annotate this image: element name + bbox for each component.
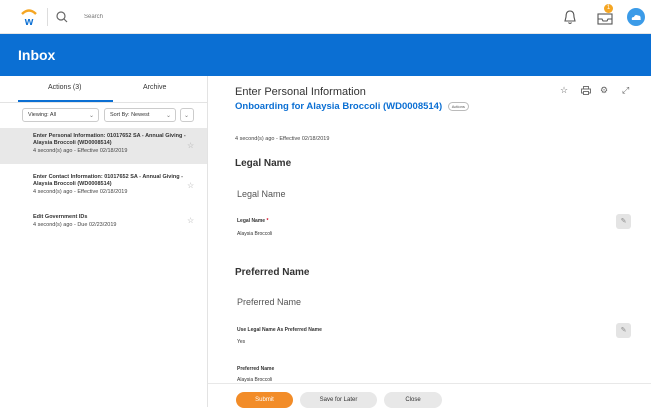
list-item-title: Enter Personal Information: 01017652 SA … [33,133,186,146]
legal-name-label-text: Legal Name [237,218,266,224]
active-tab-indicator [18,100,113,102]
page-title: Inbox [18,47,56,63]
edit-legal-name-button[interactable]: ✎ [616,214,631,229]
pencil-icon: ✎ [620,327,627,334]
chevron-down-icon: ⌄ [88,113,94,119]
svg-text:w: w [24,16,34,26]
action-footer: Submit Save for Later Close [208,383,651,408]
list-item-title: Enter Contact Information: 01017652 SA -… [33,174,183,187]
notification-badge: 1 [604,4,613,13]
print-icon[interactable] [581,86,591,95]
list-item[interactable]: Enter Contact Information: 01017652 SA -… [0,169,207,205]
list-item[interactable]: Edit Government IDs 4 second(s) ago - Du… [0,209,207,237]
star-icon[interactable]: ☆ [560,85,568,96]
search-input[interactable] [84,10,284,24]
task-subtitle[interactable]: Onboarding for Alaysia Broccoli (WD00085… [235,101,469,112]
inbox-list-panel: Actions (3) Archive Viewing: All ⌄ Sort … [0,76,208,407]
chevron-down-icon: ⌄ [183,113,189,119]
list-item[interactable]: Enter Personal Information: 01017652 SA … [0,128,207,164]
tab-divider [0,102,208,103]
close-button[interactable]: Close [384,392,442,408]
cloud-icon [631,15,641,20]
workday-logo-icon[interactable]: w [20,8,38,26]
list-item-meta: 4 second(s) ago - Effective 02/18/2019 [33,189,128,195]
search-icon[interactable] [55,10,69,24]
viewing-filter-select[interactable]: Viewing: All ⌄ [22,108,99,122]
preferred-name-section-title: Preferred Name [235,267,310,278]
related-actions-button[interactable]: Actions [447,101,469,111]
task-subtitle-text: Onboarding for Alaysia Broccoli (WD00085… [235,101,443,112]
top-bar: w 1 [0,0,651,34]
legal-name-label: Legal Name * [237,218,268,224]
star-icon[interactable]: ☆ [187,141,194,150]
tab-actions[interactable]: Actions (3) [48,84,81,91]
preferred-name-label: Preferred Name [237,366,275,372]
required-marker: * [266,218,269,224]
legal-name-value: Alaysia Broccoli [237,231,273,237]
use-legal-name-label: Use Legal Name As Preferred Name [237,327,322,333]
list-item-meta: 4 second(s) ago - Effective 02/18/2019 [33,148,128,154]
edit-preferred-name-button[interactable]: ✎ [616,323,631,338]
star-icon[interactable]: ☆ [187,181,194,190]
list-item-title: Edit Government IDs [33,214,88,220]
list-item-meta: 4 second(s) ago - Due 02/23/2019 [33,222,117,228]
sort-value: Sort By: Newest [110,112,150,118]
preferred-name-subheading: Preferred Name [237,297,302,307]
star-icon[interactable]: ☆ [187,216,194,225]
topbar-divider [47,8,48,26]
bell-icon[interactable] [562,8,578,26]
avatar[interactable] [627,8,645,26]
gear-icon[interactable]: ⚙ [600,85,608,96]
more-filter-dropdown[interactable]: ⌄ [180,108,194,122]
task-meta: 4 second(s) ago - Effective 02/18/2019 [235,136,330,142]
expand-icon[interactable]: ⤢ [622,85,629,96]
header-band [0,34,651,76]
sort-select[interactable]: Sort By: Newest ⌄ [104,108,176,122]
save-for-later-button[interactable]: Save for Later [300,392,377,408]
task-detail-panel: Enter Personal Information Onboarding fo… [208,76,651,407]
legal-name-subheading: Legal Name [237,189,286,199]
submit-button[interactable]: Submit [236,392,293,408]
legal-name-section-title: Legal Name [235,158,292,169]
task-title: Enter Personal Information [235,86,366,98]
pencil-icon: ✎ [620,218,627,225]
tab-archive[interactable]: Archive [143,84,166,91]
use-legal-name-value: Yes [237,339,246,345]
viewing-filter-value: Viewing: All [28,112,57,118]
chevron-down-icon: ⌄ [165,113,171,119]
